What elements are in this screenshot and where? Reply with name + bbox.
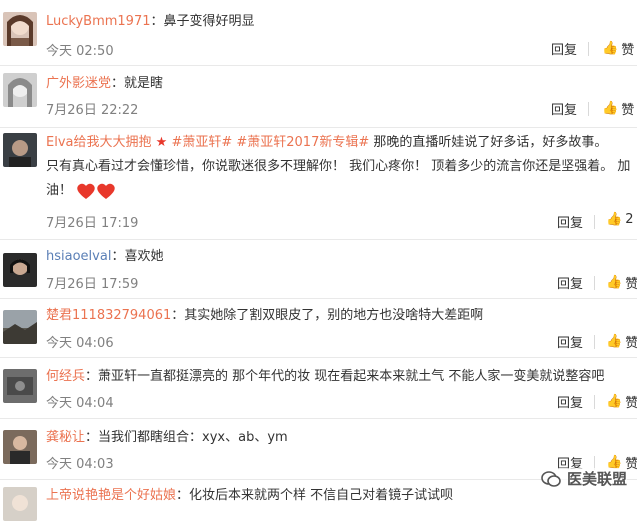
colon: ： — [171, 308, 185, 323]
like-label: 赞 — [621, 43, 635, 58]
thumbs-up-icon: 👍 — [602, 41, 619, 56]
comment-body: 其实她除了割双眼皮了，别的地方也没啥特大差距啊 — [184, 308, 484, 323]
comment-username[interactable]: 何经兵 — [46, 369, 85, 384]
star-icon: ★ — [155, 135, 168, 150]
colon: ： — [111, 76, 125, 91]
like-label: 赞 — [625, 277, 637, 292]
comment-body: 鼻子变得好明显 — [163, 14, 255, 29]
comment-time: 今天 04:03 — [46, 457, 114, 472]
reply-button[interactable]: 回复 — [557, 273, 583, 292]
like-button[interactable]: 👍 赞 — [606, 392, 637, 411]
colon: ： — [85, 430, 99, 445]
like-button[interactable]: 👍 赞 — [606, 273, 637, 292]
action-divider — [588, 42, 589, 56]
comment-username[interactable]: hsiaoelval — [46, 249, 111, 264]
comment-text: hsiaoelval：喜欢她 — [46, 245, 631, 269]
comment-item: Elva给我大大拥抱 ★ #萧亚轩# #萧亚轩2017新专辑# 那晚的直播听娃说… — [0, 127, 637, 240]
comment-item: 广外影迷党：就是瞎 7月26日 22:22 回复 👍 赞 — [0, 65, 637, 128]
action-divider — [594, 215, 595, 229]
thumbs-up-icon: 👍 — [606, 394, 623, 409]
reply-button[interactable]: 回复 — [557, 392, 583, 411]
heart-icon — [97, 183, 115, 199]
action-divider — [594, 276, 595, 290]
comment-text: 楚君111832794061：其实她除了割双眼皮了，别的地方也没啥特大差距啊 — [46, 304, 631, 328]
comment-username[interactable]: Elva给我大大拥抱 — [46, 135, 152, 150]
like-button[interactable]: 👍 赞 — [606, 332, 637, 351]
comment-body: 那晚的直播听娃说了好多话，好多故事。 — [369, 135, 608, 150]
comment-text: Elva给我大大拥抱 ★ #萧亚轩# #萧亚轩2017新专辑# 那晚的直播听娃说… — [46, 131, 631, 203]
heart-icon — [77, 183, 95, 199]
like-button[interactable]: 👍 赞 — [602, 39, 634, 58]
topic-link[interactable]: #萧亚轩2017新专辑# — [236, 135, 369, 150]
thumbs-up-icon: 👍 — [606, 334, 623, 349]
avatar[interactable] — [3, 12, 37, 46]
comment-username[interactable]: 广外影迷党 — [46, 76, 111, 91]
avatar[interactable] — [3, 310, 37, 344]
comment-text: 广外影迷党：就是瞎 — [46, 72, 631, 96]
comment-username[interactable]: 上帝说艳艳是个好姑娘 — [46, 488, 176, 503]
comment-body: 喜欢她 — [124, 249, 164, 264]
like-label: 赞 — [625, 336, 637, 351]
comment-time: 今天 04:06 — [46, 336, 114, 351]
action-divider — [594, 335, 595, 349]
reply-button[interactable]: 回复 — [551, 99, 577, 118]
comment-text: 龚秘让：当我们都瞎组合：xyx、ab、ym — [46, 426, 631, 450]
wechat-logo-icon — [541, 470, 561, 487]
like-label: 赞 — [621, 103, 635, 118]
comment-username[interactable]: 楚君111832794061 — [46, 308, 171, 323]
like-label: 赞 — [625, 396, 637, 411]
watermark: 医美联盟 — [540, 468, 627, 489]
comment-body: 萧亚轩一直都挺漂亮的 那个年代的妆 现在看起来本来就土气 不能人家一变美就说整容… — [98, 369, 605, 384]
avatar[interactable] — [3, 369, 37, 403]
comment-item: 何经兵：萧亚轩一直都挺漂亮的 那个年代的妆 现在看起来本来就土气 不能人家一变美… — [0, 357, 637, 419]
comment-body: 化妆后本来就两个样 不信自己对着镜子试试呗 — [189, 488, 454, 503]
comment-text: LuckyBmm1971：鼻子变得好明显 — [46, 10, 631, 34]
colon: ： — [85, 369, 99, 384]
comment-time: 7月26日 17:19 — [46, 216, 139, 231]
avatar[interactable] — [3, 253, 37, 287]
comment-body: 就是瞎 — [124, 76, 164, 91]
colon: ： — [176, 488, 190, 503]
colon: ： — [150, 14, 164, 29]
like-button[interactable]: 👍 2 — [606, 212, 633, 227]
comment-time: 7月26日 17:59 — [46, 277, 139, 292]
avatar[interactable] — [3, 430, 37, 464]
comment-item: LuckyBmm1971：鼻子变得好明显 今天 02:50 回复 👍 赞 — [0, 0, 637, 66]
comment-item: hsiaoelval：喜欢她 7月26日 17:59 回复 👍 赞 — [0, 239, 637, 299]
comment-body: 当我们都瞎组合：xyx、ab、ym — [98, 430, 288, 445]
reply-button[interactable]: 回复 — [551, 39, 577, 58]
action-divider — [588, 102, 589, 116]
comment-time: 7月26日 22:22 — [46, 103, 139, 118]
avatar[interactable] — [3, 487, 37, 521]
comment-item: 楚君111832794061：其实她除了割双眼皮了，别的地方也没啥特大差距啊 今… — [0, 298, 637, 358]
colon: ： — [111, 249, 125, 264]
reply-button[interactable]: 回复 — [557, 332, 583, 351]
like-button[interactable]: 👍 赞 — [602, 99, 634, 118]
thumbs-up-icon: 👍 — [602, 101, 619, 116]
comment-body: 只有真心看过才会懂珍惜，你说歌迷很多不理解你！ 我们心疼你！ 顶着多少的流言你还… — [46, 159, 631, 198]
avatar[interactable] — [3, 73, 37, 107]
comment-time: 今天 04:04 — [46, 396, 114, 411]
comment-username[interactable]: 龚秘让 — [46, 430, 85, 445]
comment-text: 何经兵：萧亚轩一直都挺漂亮的 那个年代的妆 现在看起来本来就土气 不能人家一变美… — [46, 365, 631, 389]
action-divider — [594, 395, 595, 409]
thumbs-up-icon: 👍 — [606, 212, 623, 227]
reply-button[interactable]: 回复 — [557, 212, 583, 231]
like-count: 2 — [625, 212, 634, 227]
thumbs-up-icon: 👍 — [606, 275, 623, 290]
comment-time: 今天 02:50 — [46, 44, 114, 59]
watermark-text: 医美联盟 — [566, 470, 627, 488]
avatar[interactable] — [3, 133, 37, 167]
comment-username[interactable]: LuckyBmm1971 — [46, 14, 151, 29]
topic-link[interactable]: #萧亚轩# — [171, 135, 232, 150]
